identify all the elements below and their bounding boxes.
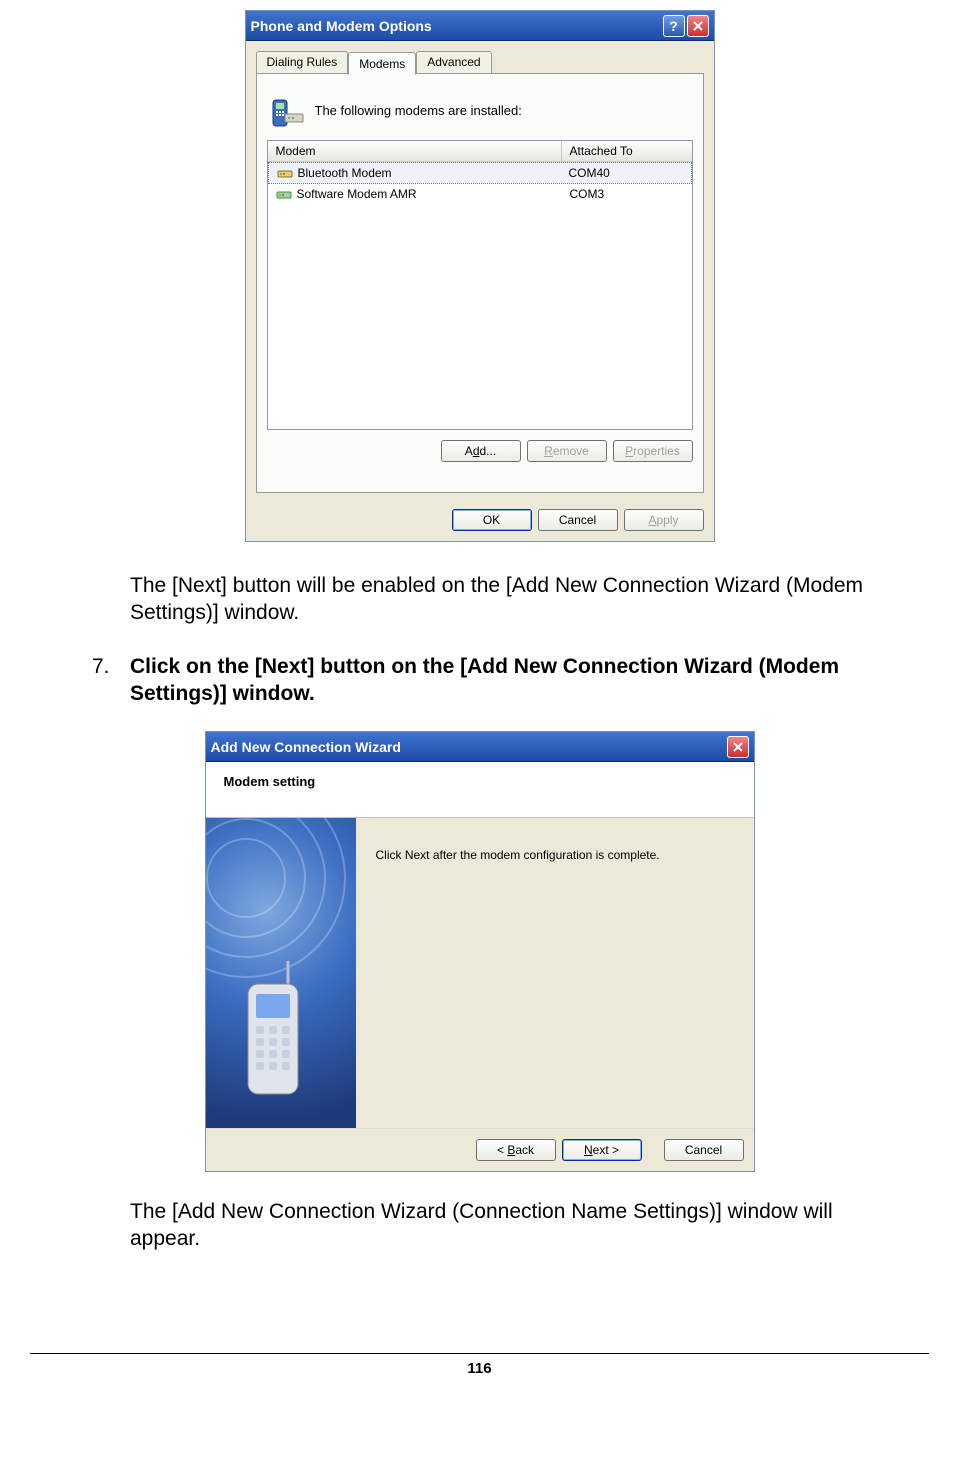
wizard-heading: Modem setting	[224, 774, 316, 789]
add-button[interactable]: Add...	[441, 440, 521, 462]
titlebar-buttons	[727, 736, 749, 758]
intro-text: The following modems are installed:	[315, 103, 522, 118]
apply-button[interactable]: Apply	[624, 509, 704, 531]
add-new-connection-wizard-dialog: Add New Connection Wizard Modem setting	[205, 731, 755, 1172]
phone-modem-icon	[271, 92, 305, 128]
tab-panel: The following modems are installed: Mode…	[256, 73, 704, 493]
dialog-body: Dialing Rules Modems Advanced	[246, 41, 714, 503]
modem-name: Software Modem AMR	[297, 187, 417, 201]
modem-icon	[277, 165, 293, 181]
titlebar-text: Add New Connection Wizard	[211, 739, 401, 755]
wizard-instruction: Click Next after the modem configuration…	[376, 848, 660, 862]
modem-list[interactable]: Modem Attached To Bluetooth Modem COM40	[267, 140, 693, 430]
tab-row: Dialing Rules Modems Advanced	[256, 51, 704, 74]
body-paragraph: The [Add New Connection Wizard (Connecti…	[130, 1198, 899, 1253]
cancel-button[interactable]: Cancel	[538, 509, 618, 531]
modem-name: Bluetooth Modem	[298, 166, 392, 180]
modem-port: COM40	[561, 163, 691, 183]
modem-icon	[276, 186, 292, 202]
help-button[interactable]: ?	[663, 15, 685, 37]
modem-port: COM3	[562, 184, 692, 204]
column-modem[interactable]: Modem	[268, 141, 562, 161]
cancel-button[interactable]: Cancel	[664, 1139, 744, 1161]
close-button[interactable]	[687, 15, 709, 37]
list-row[interactable]: Software Modem AMR COM3	[268, 184, 692, 204]
ok-button[interactable]: OK	[452, 509, 532, 531]
remove-button[interactable]: Remove	[527, 440, 607, 462]
titlebar-text: Phone and Modem Options	[251, 18, 432, 34]
body-paragraph: The [Next] button will be enabled on the…	[130, 572, 899, 627]
page-number: 116	[30, 1353, 929, 1377]
titlebar[interactable]: Phone and Modem Options ?	[246, 11, 714, 41]
intro-row: The following modems are installed:	[271, 92, 689, 128]
tab-modems[interactable]: Modems	[348, 52, 416, 75]
next-button[interactable]: Next >	[562, 1139, 642, 1161]
tab-dialing-rules[interactable]: Dialing Rules	[256, 51, 349, 74]
wizard-body: Click Next after the modem configuration…	[206, 818, 754, 1128]
tab-advanced[interactable]: Advanced	[416, 51, 491, 74]
phone-modem-options-dialog: Phone and Modem Options ? Dialing Rules …	[245, 10, 715, 542]
step-text: Click on the [Next] button on the [Add N…	[130, 653, 899, 708]
titlebar[interactable]: Add New Connection Wizard	[206, 732, 754, 762]
column-attached-to[interactable]: Attached To	[562, 141, 692, 161]
step-number: 7.	[92, 653, 130, 708]
back-button[interactable]: < Back	[476, 1139, 556, 1161]
dialog-footer: OK Cancel Apply	[246, 503, 714, 541]
close-button[interactable]	[727, 736, 749, 758]
step-7: 7. Click on the [Next] button on the [Ad…	[92, 653, 899, 708]
list-row[interactable]: Bluetooth Modem COM40	[268, 162, 692, 184]
titlebar-buttons: ?	[663, 15, 709, 37]
properties-button[interactable]: Properties	[613, 440, 693, 462]
wizard-content: Click Next after the modem configuration…	[356, 818, 754, 1128]
close-icon	[733, 742, 743, 752]
list-header: Modem Attached To	[268, 141, 692, 162]
panel-button-row: Add... Remove Properties	[267, 440, 693, 462]
wizard-header: Modem setting	[206, 762, 754, 818]
wizard-footer: < Back Next > Cancel	[206, 1128, 754, 1171]
close-icon	[693, 21, 703, 31]
wizard-side-image	[206, 818, 356, 1128]
mobile-phone-icon	[228, 956, 308, 1106]
